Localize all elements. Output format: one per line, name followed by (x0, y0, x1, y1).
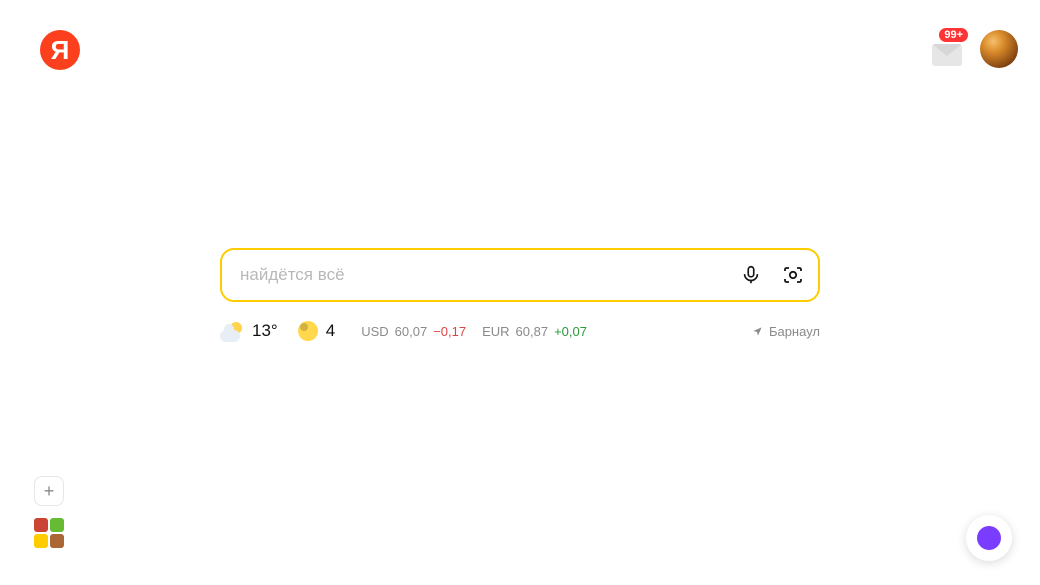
location-label: Барнаул (769, 324, 820, 339)
bg-thumb (50, 518, 64, 532)
top-right-cluster: 99+ (928, 30, 1018, 68)
bg-thumb (50, 534, 64, 548)
rate-eur-delta: +0,07 (554, 324, 587, 339)
traffic-level: 4 (326, 321, 335, 341)
search-input[interactable] (240, 250, 738, 300)
rate-usd-label: USD (361, 324, 388, 339)
logo-letter: Я (51, 35, 70, 66)
alice-icon (977, 526, 1001, 550)
avatar[interactable] (980, 30, 1018, 68)
rate-usd-value: 60,07 (395, 324, 428, 339)
voice-search-icon[interactable] (738, 262, 764, 288)
add-shortcut-button[interactable]: + (34, 476, 64, 506)
weather-temp: 13° (252, 321, 278, 341)
rate-usd[interactable]: USD 60,07 −0,17 (361, 324, 466, 339)
yandex-logo[interactable]: Я (40, 30, 80, 70)
mail-button[interactable]: 99+ (928, 32, 966, 66)
search-block: 13° 4 USD 60,07 −0,17 EUR 60,87 +0,07 Ба… (220, 248, 820, 342)
weather-widget[interactable]: 13° (220, 320, 278, 342)
bg-thumb (34, 534, 48, 548)
mail-badge: 99+ (937, 26, 970, 44)
rate-eur-value: 60,87 (516, 324, 549, 339)
alice-assistant-button[interactable] (966, 515, 1012, 561)
location-link[interactable]: Барнаул (752, 324, 820, 339)
image-search-icon[interactable] (780, 262, 806, 288)
mail-icon (932, 44, 962, 66)
traffic-icon (298, 321, 318, 341)
search-bar[interactable] (220, 248, 820, 302)
bg-thumb (34, 518, 48, 532)
rate-usd-delta: −0,17 (433, 324, 466, 339)
search-icons (738, 262, 806, 288)
traffic-widget[interactable]: 4 (298, 321, 335, 341)
plus-icon: + (44, 481, 55, 502)
weather-icon (220, 320, 244, 342)
background-thumbs[interactable] (34, 518, 64, 548)
rate-eur-label: EUR (482, 324, 509, 339)
location-icon (752, 326, 763, 337)
info-bar: 13° 4 USD 60,07 −0,17 EUR 60,87 +0,07 Ба… (220, 320, 820, 342)
rate-eur[interactable]: EUR 60,87 +0,07 (482, 324, 587, 339)
